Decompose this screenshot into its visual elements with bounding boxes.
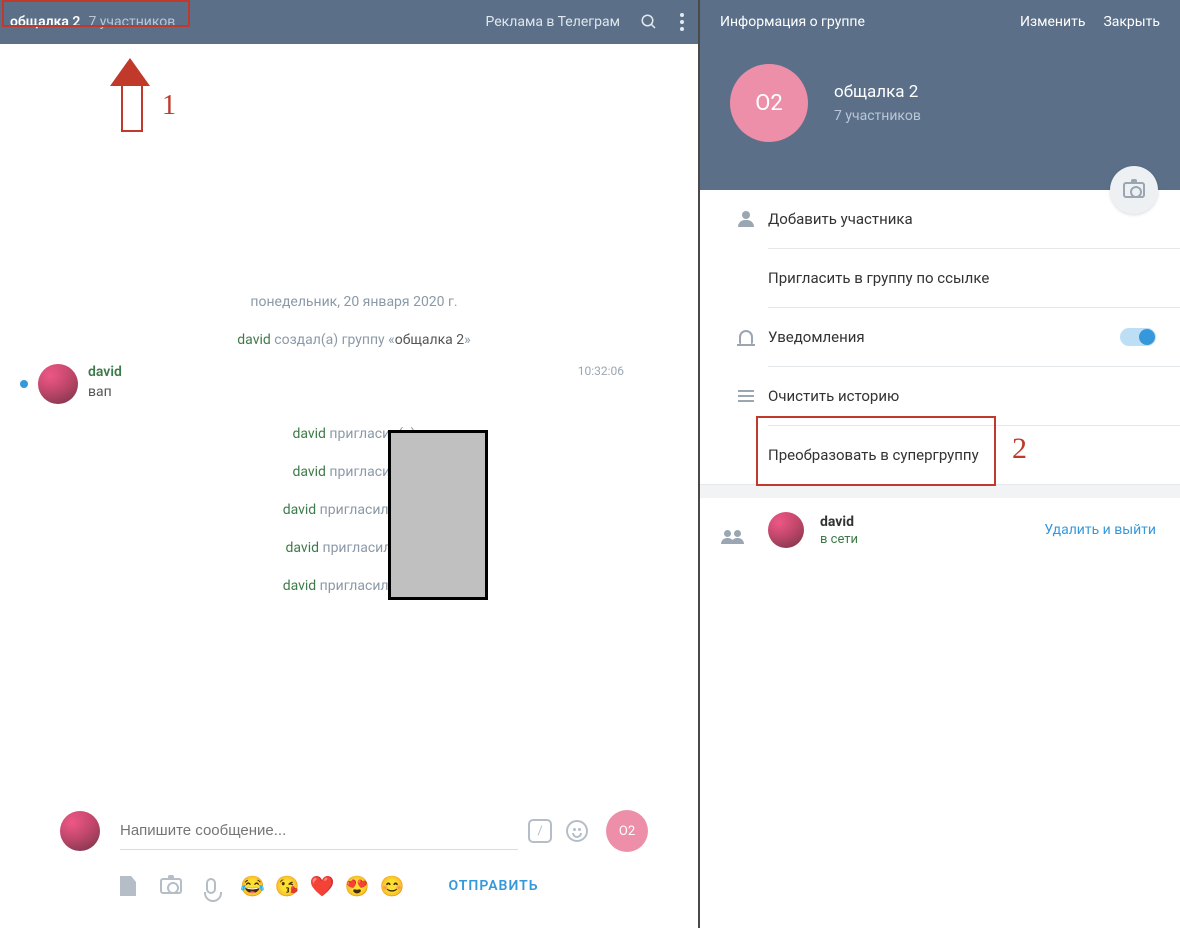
message-input[interactable] — [120, 812, 518, 850]
emoji-item[interactable]: 😊 — [380, 874, 405, 898]
message-author[interactable]: david — [88, 364, 648, 380]
system-invite: david пригласил(а) Vk — [60, 502, 648, 518]
info-header: Информация о группе Изменить Закрыть — [700, 0, 1180, 44]
person-icon — [724, 211, 768, 227]
annotation-number-1: 1 — [162, 90, 176, 122]
member-name: david — [820, 514, 1044, 530]
invite-link-row[interactable]: Пригласить в группу по ссылке — [700, 249, 1180, 307]
system-invite: david пригласил(а) — [60, 426, 648, 442]
clear-history-row[interactable]: Очистить историю — [700, 367, 1180, 425]
annotation-number-2: 2 — [1012, 432, 1027, 466]
set-photo-button[interactable] — [1110, 166, 1158, 214]
group-info-panel: Информация о группе Изменить Закрыть О2 … — [700, 0, 1180, 928]
annotation-arrow: 1 — [110, 58, 176, 130]
message-row: david вап 10:32:06 — [20, 364, 648, 404]
group-members-count: 7 участников — [834, 108, 921, 124]
group-name: общалка 2 — [834, 82, 921, 102]
menu-icon — [724, 390, 768, 402]
avatar[interactable] — [38, 364, 78, 404]
more-options-icon[interactable] — [676, 9, 688, 35]
send-button[interactable]: ОТПРАВИТЬ — [449, 878, 539, 894]
edit-button[interactable]: Изменить — [1020, 14, 1085, 30]
add-member-row[interactable]: Добавить участника — [700, 190, 1180, 248]
unread-dot-icon — [20, 380, 28, 388]
microphone-icon[interactable] — [206, 878, 216, 894]
group-avatar[interactable]: О2 — [730, 64, 808, 142]
compose-area: / О2 😂 😘 ❤️ 😍 😊 ОТПРАВИТЬ — [0, 800, 698, 928]
notifications-toggle[interactable] — [1120, 328, 1156, 346]
leave-group-link[interactable]: Удалить и выйти — [1044, 522, 1156, 538]
attach-file-icon[interactable] — [120, 876, 136, 896]
search-icon[interactable] — [640, 13, 658, 31]
emoji-item[interactable]: ❤️ — [310, 874, 335, 898]
emoji-item[interactable]: 😂 — [240, 874, 265, 898]
convert-supergroup-row[interactable]: Преобразовать в супергруппу — [700, 426, 1180, 484]
notifications-row[interactable]: Уведомления — [700, 308, 1180, 366]
info-panel-title: Информация о группе — [720, 14, 1002, 30]
avatar[interactable] — [768, 512, 804, 548]
system-invite: david пригласил(а) — [60, 464, 648, 480]
header-ad-text[interactable]: Реклама в Телеграм — [486, 14, 620, 30]
quick-emoji-row: 😂 😘 ❤️ 😍 😊 — [240, 874, 405, 898]
system-invite: david пригласил(а) Vk — [60, 578, 648, 594]
emoji-item[interactable]: 😘 — [275, 874, 300, 898]
member-status: в сети — [820, 532, 1044, 547]
camera-icon — [1123, 182, 1145, 198]
chat-header[interactable]: общалка 2 7 участников Реклама в Телегра… — [0, 0, 698, 44]
member-row[interactable]: david в сети Удалить и выйти — [700, 498, 1180, 562]
info-hero: О2 общалка 2 7 участников — [700, 44, 1180, 190]
system-created-group: david создал(а) группу «общалка 2» — [60, 332, 648, 348]
system-invite: david пригласил(а) м — [60, 540, 648, 556]
chat-body: понедельник, 20 января 2020 г. david соз… — [0, 44, 698, 800]
camera-icon[interactable] — [160, 878, 182, 894]
emoji-item[interactable]: 😍 — [345, 874, 370, 898]
message-text: вап — [88, 384, 648, 400]
chat-members-count: 7 участников — [88, 14, 175, 30]
message-time: 10:32:06 — [578, 364, 624, 378]
bell-icon — [724, 330, 768, 344]
redacted-overlay — [388, 430, 488, 600]
close-button[interactable]: Закрыть — [1103, 14, 1160, 30]
commands-icon[interactable]: / — [528, 819, 552, 843]
chat-title: общалка 2 — [10, 14, 80, 30]
date-separator: понедельник, 20 января 2020 г. — [60, 294, 648, 310]
group-badge[interactable]: О2 — [606, 810, 648, 852]
emoji-picker-icon[interactable] — [566, 820, 588, 842]
avatar[interactable] — [60, 811, 100, 851]
